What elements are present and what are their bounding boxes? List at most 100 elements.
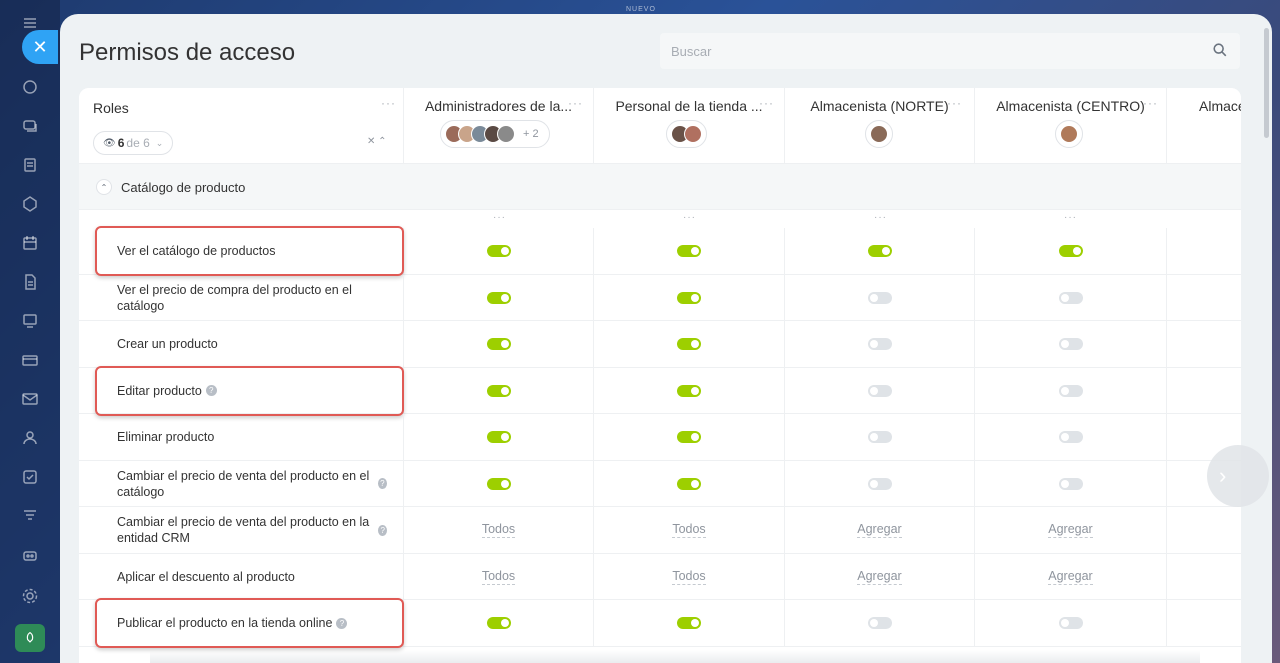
scroll-right-button[interactable]: › [1207,445,1269,507]
table-header: Roles ··· 👁 6 de 6 ⌄ ✕ ⌃ Administradores… [79,88,1241,164]
employees-icon[interactable] [19,427,41,449]
toggle-off[interactable] [1058,477,1083,490]
permission-cell [404,367,594,414]
label-cell-divider [79,414,404,460]
toggle-off[interactable] [1058,291,1083,304]
bottom-shadow [150,650,1200,663]
toggle-on[interactable] [677,617,701,629]
toggle-on[interactable] [486,431,511,443]
toggle-off[interactable] [1058,431,1083,443]
avatar [497,125,515,143]
column-title: Administradores de la... [424,98,573,114]
column-menu-icon[interactable]: ··· [1143,96,1158,110]
search-input[interactable] [660,33,1240,69]
mail-icon[interactable] [19,388,41,410]
permission-value-select[interactable]: Todos [481,522,516,538]
permission-cell [594,321,785,367]
toggle-off[interactable] [867,338,892,350]
toggle-on[interactable] [486,477,511,490]
toggle-on[interactable] [486,338,511,350]
column-header-warehouse-other: Almacenista [1167,88,1241,164]
permissions-table: Roles ··· 👁 6 de 6 ⌄ ✕ ⌃ Administradores… [79,88,1241,663]
label-cell-divider [79,507,404,553]
calendar-icon[interactable] [19,232,41,254]
filter-icon[interactable] [19,505,41,527]
chevron-right-icon: › [1219,463,1227,488]
search-icon[interactable] [1212,42,1230,60]
section-product-catalog[interactable]: ⌃ Catálogo de producto [79,164,1241,210]
toggle-off[interactable] [1058,617,1083,629]
label-cell-divider [79,553,404,600]
permission-cell [785,321,975,367]
toggle-on[interactable] [677,245,701,257]
toggle-off[interactable] [867,384,892,397]
toggle-on[interactable] [486,291,511,304]
store-icon[interactable] [19,349,41,371]
rocket-icon[interactable] [15,624,45,652]
toggle-on[interactable] [1058,245,1083,257]
tasks-icon[interactable] [19,154,41,176]
toggle-on[interactable] [677,338,701,350]
roles-header-cell: Roles ··· 👁 6 de 6 ⌄ ✕ ⌃ [79,88,404,164]
column-actions-icon[interactable]: ··· [1064,212,1077,223]
toggle-off[interactable] [867,477,892,490]
avatar-group[interactable]: + 2 [440,120,550,148]
avatar-group[interactable] [1055,120,1083,148]
chevron-up-icon[interactable]: ⌃ [96,179,112,195]
permission-cell [785,228,975,274]
permission-value-select[interactable]: Agregar [1048,522,1093,538]
close-button[interactable]: ✕ [22,30,58,64]
permission-value-select[interactable]: Agregar [1048,569,1093,585]
column-header-warehouse-north: Almacenista (NORTE) ··· [785,88,975,164]
avatar-group[interactable] [865,120,893,148]
highlight-box [95,365,404,416]
chat-icon[interactable] [19,115,41,137]
toggle-on[interactable] [486,245,511,257]
permission-value-select[interactable]: Agregar [857,569,902,585]
column-actions-icon[interactable]: ··· [493,212,506,223]
permission-cell [594,414,785,460]
eye-icon: 👁 [103,137,116,149]
column-menu-icon[interactable]: ··· [947,96,962,110]
settings-gear-icon[interactable] [19,585,41,607]
toggle-off[interactable] [867,431,892,443]
scrollbar[interactable] [1264,28,1269,138]
sites-icon[interactable] [19,310,41,332]
robot-icon[interactable] [19,544,41,566]
feed-icon[interactable] [19,76,41,98]
crm-icon[interactable] [19,193,41,215]
toggle-off[interactable] [1058,338,1083,350]
column-menu-icon[interactable]: ··· [568,96,583,110]
toggle-off[interactable] [867,617,892,629]
permission-value-select[interactable]: Todos [481,569,516,585]
toggle-on[interactable] [486,617,511,629]
collapse-expand-icon[interactable]: ✕ ⌃ [367,136,387,147]
toggle-on[interactable] [677,291,701,304]
toggle-on[interactable] [677,477,701,490]
permission-row: Cambiar el precio de venta del producto … [79,460,1241,507]
avatar [870,125,888,143]
column-actions-icon[interactable]: ··· [683,212,696,223]
permission-value-select[interactable]: Todos [672,569,706,585]
avatar-group[interactable] [666,120,707,148]
roles-visibility-filter[interactable]: 👁 6 de 6 ⌄ [93,131,174,155]
permission-cell: Agregar [975,507,1167,553]
toggle-off[interactable] [1058,384,1083,397]
avatar [684,125,702,143]
toggle-on[interactable] [867,245,892,257]
permission-value-select[interactable]: Agregar [857,522,902,538]
checklist-icon[interactable] [19,466,41,488]
label-cell-divider [79,460,404,507]
roles-menu-icon[interactable]: ··· [381,96,396,110]
column-title: Almacenista [1199,98,1241,114]
permission-row: Cambiar el precio de venta del producto … [79,507,1241,554]
column-menu-icon[interactable]: ··· [759,96,774,110]
column-actions-icon[interactable]: ··· [874,212,887,223]
documents-icon[interactable] [19,271,41,293]
toggle-on[interactable] [486,384,511,397]
toggle-off[interactable] [867,291,892,304]
toggle-on[interactable] [677,431,701,443]
section-label: Catálogo de producto [121,180,246,195]
permission-value-select[interactable]: Todos [672,522,706,538]
toggle-on[interactable] [677,384,701,397]
